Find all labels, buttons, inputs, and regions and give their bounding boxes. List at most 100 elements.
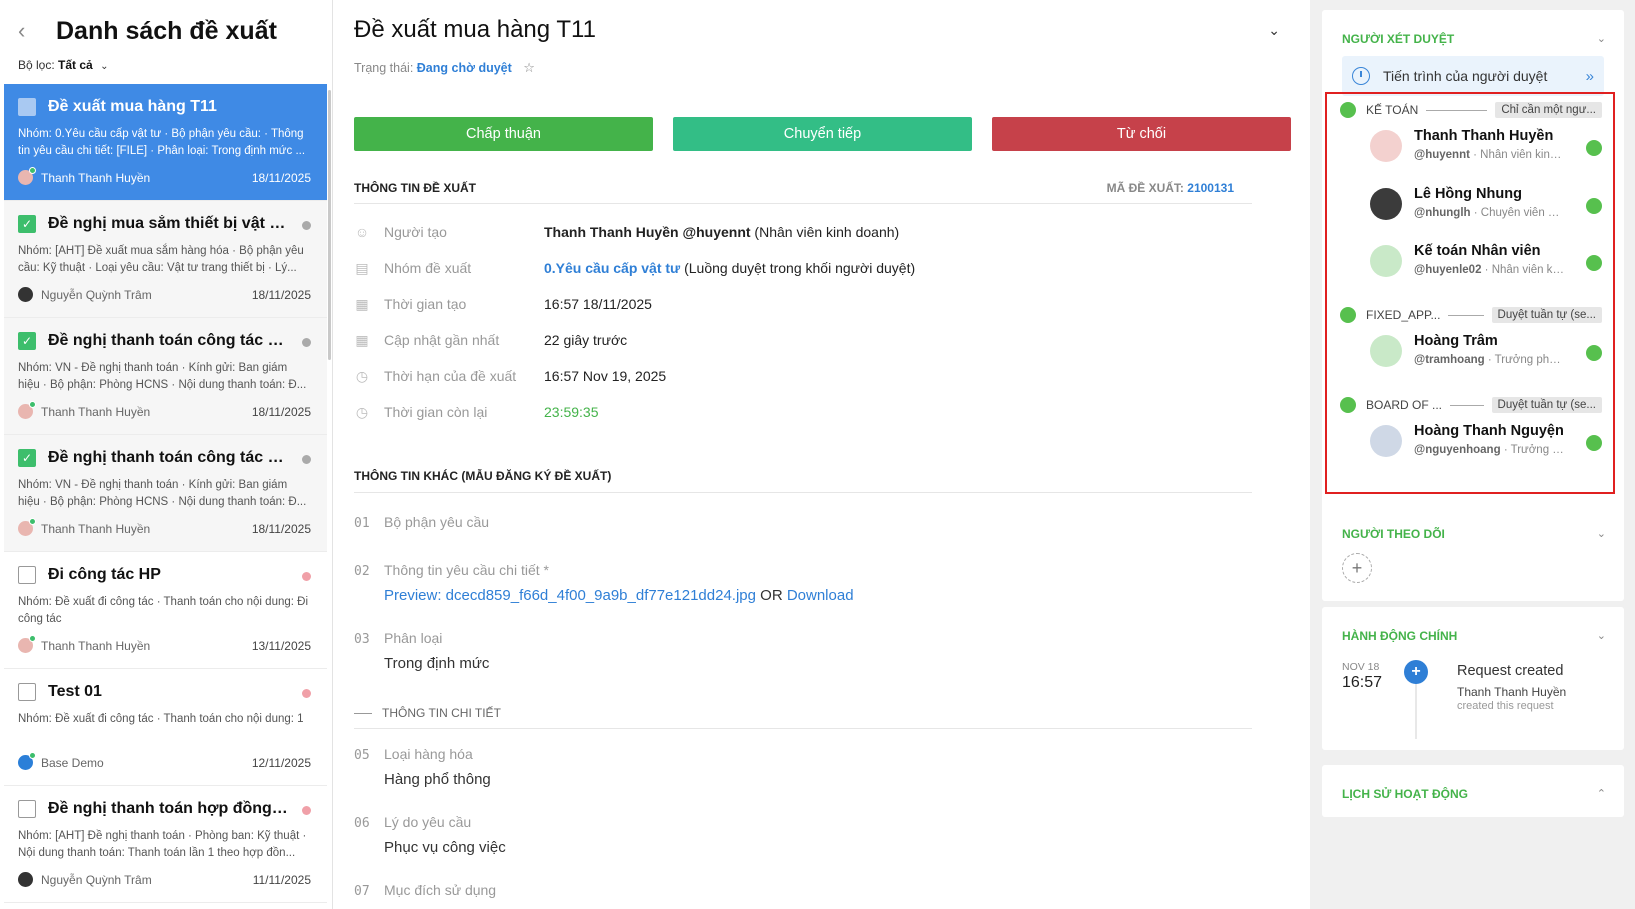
field-number: 06 <box>354 816 370 831</box>
preview-link[interactable]: Preview: dcecd859_f66d_4f00_9a9b_df77e12… <box>384 587 756 604</box>
group-desc: (Luồng duyệt trong khối người duyệt) <box>680 260 916 276</box>
approver-handle: @huyenle02 <box>1414 264 1482 276</box>
list-item[interactable]: Đề nghị thanh toán hợp đồng m... Nhóm: [… <box>4 786 327 903</box>
download-link[interactable]: Download <box>787 587 854 604</box>
approver-progress-button[interactable]: Tiến trình của người duyệt » <box>1342 56 1604 96</box>
approver[interactable]: Hoàng Trâm @tramhoang · Trưởng phòn... <box>1370 333 1602 373</box>
add-follower-button[interactable]: + <box>1342 553 1372 583</box>
section-heading: THÔNG TIN KHÁC (MẪU ĐĂNG KÝ ĐỀ XUẤT) <box>354 469 612 483</box>
status-dot <box>1586 198 1602 214</box>
approver[interactable]: Lê Hồng Nhung @nhunglh · Chuyên viên kế … <box>1370 186 1602 226</box>
card-title: LỊCH SỬ HOẠT ĐỘNG <box>1342 787 1468 801</box>
list-item[interactable]: ✓ Đề nghị mua sắm thiết bị vật tư... Nhóm… <box>4 201 327 318</box>
timeline-event: Request created Thanh Thanh Huyền create… <box>1457 663 1566 712</box>
card-title: HÀNH ĐỘNG CHÍNH <box>1342 629 1458 643</box>
field-label: Thời gian còn lại <box>384 404 488 420</box>
approver-name: Thanh Thanh Huyền <box>1414 128 1554 144</box>
checkbox-checked[interactable]: ✓ <box>18 332 36 350</box>
group-link[interactable]: 0.Yêu cầu cấp vật tư <box>544 260 680 276</box>
approver-handle: @tramhoang <box>1414 354 1485 366</box>
history-card: LỊCH SỬ HOẠT ĐỘNG ⌃ <box>1322 765 1624 817</box>
event-title: Request created <box>1457 663 1564 679</box>
checkbox-checked[interactable]: ✓ <box>18 215 36 233</box>
list-item[interactable]: Đi công tác HP Nhóm: Đề xuất đi công tác… <box>4 552 327 669</box>
chevron-down-icon: ⌄ <box>100 61 109 72</box>
field-label: Phân loại <box>384 630 443 646</box>
list-item[interactable]: Test 01 Nhóm: Đề xuất đi công tác · Than… <box>4 669 327 786</box>
calendar-icon: ▦ <box>355 331 369 348</box>
list-item[interactable]: Đề xuất mua hàng T11 Nhóm: 0.Yêu cầu cấp… <box>4 84 327 201</box>
item-title: Đề xuất mua hàng T11 <box>48 98 217 115</box>
avatar <box>18 752 36 770</box>
group-tag: Chỉ cần một ngư... <box>1495 102 1602 118</box>
chevron-down-icon[interactable]: ⌄ <box>1597 629 1606 642</box>
status-dot <box>1340 307 1356 323</box>
approver[interactable]: Hoàng Thanh Nguyện @nguyenhoang · Trưởng… <box>1370 423 1602 463</box>
chevron-down-icon[interactable]: ⌄ <box>1597 32 1606 45</box>
scrollbar[interactable] <box>328 90 331 360</box>
approver-group: FIXED_APP... Duyệt tuần tự (se... <box>1340 307 1602 323</box>
field-number: 02 <box>354 564 370 579</box>
clock-icon <box>1352 67 1370 85</box>
chevron-up-icon[interactable]: ⌃ <box>1597 787 1606 800</box>
list-item[interactable]: ✓ Đề nghị thanh toán công tác phí... Nhóm… <box>4 435 327 552</box>
field-label: Loại hàng hóa <box>384 746 473 762</box>
list-header: ‹ Danh sách đề xuất Bộ lọc: Tất cả ⌄ <box>0 0 332 84</box>
avatar <box>18 401 36 419</box>
calendar-icon: ▦ <box>355 295 369 312</box>
avatar <box>18 635 36 653</box>
approver-name: Hoàng Thanh Nguyện <box>1414 423 1564 439</box>
field-label: Thời hạn của đề xuất <box>384 368 517 384</box>
proposal-list: Đề xuất mua hàng T11 Nhóm: 0.Yêu cầu cấp… <box>4 84 327 903</box>
item-author: Thanh Thanh Huyền <box>41 638 151 653</box>
checkbox[interactable] <box>18 98 36 116</box>
creator-name[interactable]: Thanh Thanh Huyền @huyennt <box>544 224 751 240</box>
divider <box>354 203 1252 204</box>
status-dot <box>1340 102 1356 118</box>
group-name: BOARD OF ... <box>1366 398 1443 412</box>
approver-name: Kế toán Nhân viên <box>1414 243 1541 259</box>
forward-button[interactable]: Chuyển tiếp <box>673 117 972 151</box>
avatar <box>1370 188 1402 220</box>
reject-button[interactable]: Từ chối <box>992 117 1291 151</box>
field-number: 07 <box>354 884 370 899</box>
item-desc: Nhóm: Đề xuất đi công tác · Thanh toán c… <box>18 596 309 625</box>
item-author: Thanh Thanh Huyền <box>41 404 151 419</box>
item-date: 18/11/2025 <box>251 287 311 302</box>
chevron-down-icon[interactable]: ⌄ <box>1597 527 1606 540</box>
approve-button[interactable]: Chấp thuận <box>354 117 653 151</box>
field-label: Người tạo <box>384 224 447 240</box>
double-chevron-right-icon: » <box>1585 67 1594 85</box>
approver[interactable]: Thanh Thanh Huyền @huyennt · Nhân viên k… <box>1370 128 1602 168</box>
filter-dropdown[interactable]: Bộ lọc: Tất cả ⌄ <box>18 58 314 72</box>
form-field: 07 Mục đích sử dụng <box>354 882 496 899</box>
proposal-list-panel: ‹ Danh sách đề xuất Bộ lọc: Tất cả ⌄ Đề … <box>0 0 333 909</box>
field-label: Nhóm đề xuất <box>384 260 472 276</box>
checkbox[interactable] <box>18 566 36 584</box>
subsection-title: THÔNG TIN CHI TIẾT <box>382 706 501 720</box>
item-title: Đề nghị mua sắm thiết bị vật tư... <box>48 215 290 232</box>
avatar <box>1370 245 1402 277</box>
filter-label: Bộ lọc: <box>18 58 55 72</box>
field-number: 05 <box>354 748 370 763</box>
list-item[interactable]: ✓ Đề nghị thanh toán công tác phí... Nhóm… <box>4 318 327 435</box>
checkbox-checked[interactable]: ✓ <box>18 449 36 467</box>
document-icon: ▤ <box>355 259 369 276</box>
item-date: 18/11/2025 <box>251 521 311 536</box>
status-dot <box>302 572 311 581</box>
item-author: Thanh Thanh Huyền <box>41 170 151 185</box>
chevron-down-icon[interactable]: ⌄ <box>1268 22 1280 39</box>
form-field: 03 Phân loại Trong định mức <box>354 630 489 672</box>
action-time: NOV 18 16:57 <box>1342 661 1382 692</box>
approver[interactable]: Kế toán Nhân viên @huyenle02 · Nhân viên… <box>1370 243 1602 283</box>
item-desc: Nhóm: VN - Đề nghị thanh toán · Kính gửi… <box>18 362 307 391</box>
chevron-left-icon[interactable]: ‹ <box>18 17 44 45</box>
field-value: Phục vụ công việc <box>384 839 506 856</box>
star-icon[interactable]: ☆ <box>523 60 535 75</box>
checkbox[interactable] <box>18 683 36 701</box>
approver-group: KẾ TOÁN Chỉ cần một ngư... <box>1340 102 1602 118</box>
action-clock: 16:57 <box>1342 674 1383 691</box>
divider <box>354 728 1252 729</box>
status-dot <box>302 689 311 698</box>
checkbox[interactable] <box>18 800 36 818</box>
